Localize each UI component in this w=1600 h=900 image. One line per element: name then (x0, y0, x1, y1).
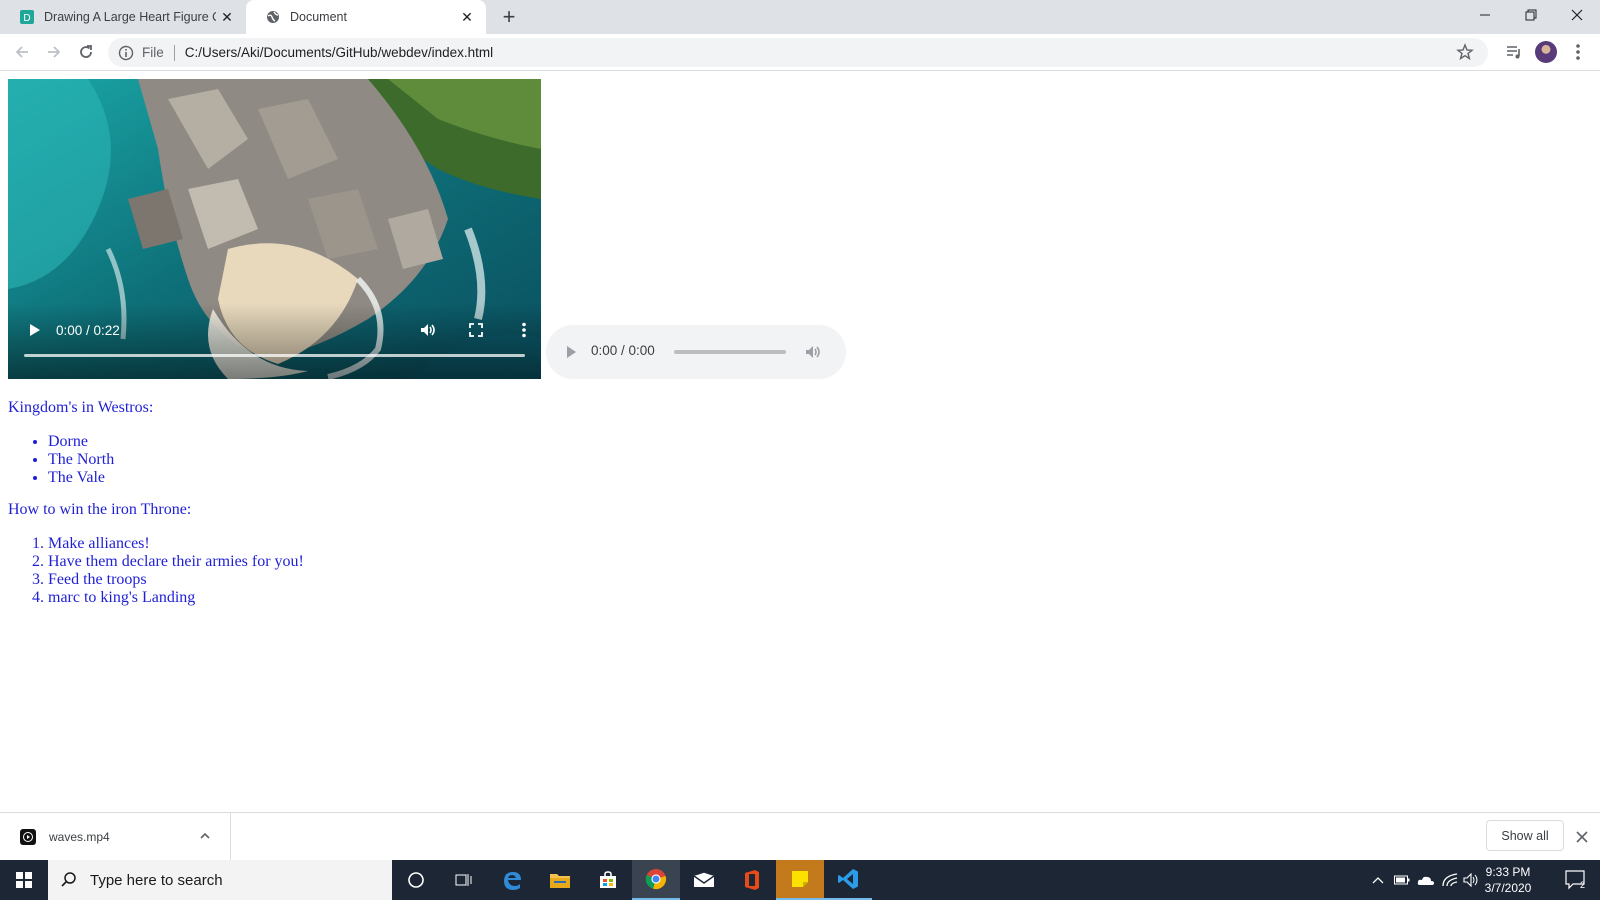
clock-time: 9:33 PM (1485, 865, 1531, 879)
list-item: marc to king's Landing (48, 589, 304, 607)
onedrive-icon[interactable] (1414, 860, 1438, 900)
clock-date: 3/7/2020 (1484, 881, 1532, 895)
chevron-up-icon[interactable] (198, 829, 212, 846)
throne-heading: How to win the iron Throne: (8, 501, 192, 518)
video-file-icon (20, 829, 36, 845)
list-item: Dorne (48, 433, 114, 451)
list-item: The North (48, 451, 114, 469)
media-controls-icon[interactable] (1500, 38, 1528, 66)
kingdoms-list: Dorne The North The Vale (48, 433, 114, 487)
address-divider (173, 44, 175, 61)
audio-player[interactable]: 0:00 / 0:00 (546, 325, 846, 379)
restore-icon[interactable] (1508, 0, 1554, 30)
chrome-icon[interactable] (632, 860, 680, 900)
search-icon (61, 872, 76, 887)
forward-arrow-icon[interactable] (40, 38, 68, 66)
site-info-icon[interactable] (118, 45, 134, 61)
show-all-button[interactable]: Show all (1486, 820, 1564, 851)
reload-icon[interactable] (72, 38, 100, 66)
office-icon[interactable] (728, 860, 776, 900)
store-icon[interactable] (584, 860, 632, 900)
page-content: 0:00 / 0:22 0:00 / 0:00 Kingdom's in Wes… (0, 71, 1600, 812)
volume-icon[interactable] (417, 319, 439, 341)
video-more-icon[interactable] (513, 319, 535, 341)
audio-volume-icon[interactable] (802, 341, 824, 363)
tab-title: Document (290, 10, 347, 24)
edge-icon[interactable] (488, 860, 536, 900)
tab-title: Drawing A Large Heart Figure On (44, 10, 216, 24)
sticky-notes-icon[interactable] (776, 860, 824, 900)
address-bar[interactable]: File C:/Users/Aki/Documents/GitHub/webde… (108, 38, 1488, 67)
back-arrow-icon[interactable] (8, 38, 36, 66)
kingdoms-heading: Kingdom's in Westros: (8, 399, 154, 416)
audio-time: 0:00 / 0:00 (591, 343, 655, 358)
battery-icon[interactable] (1390, 860, 1414, 900)
browser-toolbar: File C:/Users/Aki/Documents/GitHub/webde… (0, 34, 1600, 71)
video-controls (8, 303, 541, 379)
taskbar-search-box[interactable]: Type here to search (48, 860, 392, 900)
menu-kebab-icon[interactable] (1564, 38, 1592, 66)
windows-taskbar: Type here to search 9:33 PM 3/7/2020 2 (0, 860, 1600, 900)
video-player[interactable]: 0:00 / 0:22 (8, 79, 541, 379)
avatar (1535, 41, 1557, 63)
scheme-label: File (142, 45, 164, 60)
url-text[interactable]: C:/Users/Aki/Documents/GitHub/webdev/ind… (185, 45, 493, 60)
tab-close-icon[interactable]: ✕ (216, 6, 238, 28)
file-explorer-icon[interactable] (536, 860, 584, 900)
window-close-icon[interactable] (1554, 0, 1600, 30)
svg-text:2: 2 (1580, 880, 1585, 890)
minimize-icon[interactable] (1462, 0, 1508, 30)
clock[interactable]: 9:33 PM 3/7/2020 (1468, 864, 1548, 896)
audio-progress-bar[interactable] (674, 350, 786, 354)
globe-icon (266, 10, 280, 24)
task-view-icon[interactable] (440, 860, 488, 900)
audio-play-icon[interactable] (560, 341, 582, 363)
tab-strip: D Drawing A Large Heart Figure On ✕ Docu… (0, 0, 1600, 34)
bookmark-star-icon[interactable] (1456, 43, 1474, 61)
new-tab-button[interactable]: + (496, 4, 522, 30)
wifi-icon[interactable] (1438, 860, 1462, 900)
vscode-icon[interactable] (824, 860, 872, 900)
list-item: Have them declare their armies for you! (48, 553, 304, 571)
play-icon[interactable] (23, 319, 45, 341)
download-shelf: waves.mp4 Show all (0, 812, 1600, 861)
throne-steps-list: Make alliances! Have them declare their … (48, 535, 304, 607)
tab-favicon-icon: D (20, 10, 34, 24)
fullscreen-icon[interactable] (465, 319, 487, 341)
windows-start-icon[interactable] (0, 860, 48, 900)
download-file-name: waves.mp4 (49, 830, 110, 844)
notifications-icon[interactable]: 2 (1556, 860, 1596, 900)
list-item: The Vale (48, 469, 114, 487)
list-item: Feed the troops (48, 571, 304, 589)
svg-text:D: D (23, 13, 30, 24)
video-time: 0:00 / 0:22 (56, 323, 120, 338)
search-placeholder: Type here to search (90, 871, 223, 889)
chevron-up-icon[interactable] (1366, 860, 1390, 900)
video-progress-bar[interactable] (24, 354, 525, 357)
cortana-icon[interactable] (392, 860, 440, 900)
list-item: Make alliances! (48, 535, 304, 553)
download-item[interactable]: waves.mp4 (0, 813, 231, 861)
tab-document[interactable]: Document ✕ (246, 0, 486, 34)
mail-icon[interactable] (680, 860, 728, 900)
tab-drawing-heart[interactable]: D Drawing A Large Heart Figure On ✕ (0, 0, 246, 34)
tab-close-icon[interactable]: ✕ (456, 6, 478, 28)
profile-avatar[interactable] (1532, 38, 1560, 66)
close-icon[interactable] (1572, 827, 1592, 847)
